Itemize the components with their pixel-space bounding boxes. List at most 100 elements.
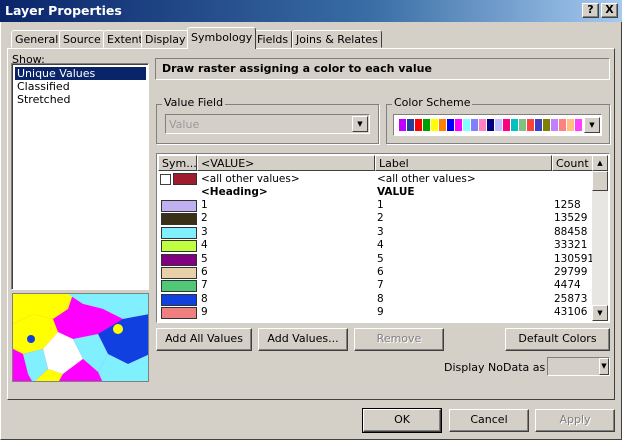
scroll-up-icon[interactable]: ▲ (592, 155, 608, 171)
table-scrollbar[interactable]: ▲ ▼ (592, 155, 608, 321)
row-count: 25873 (554, 292, 588, 305)
heading-value[interactable]: <Heading> (201, 186, 268, 199)
color-scheme-label: Color Scheme (392, 96, 473, 109)
column-header-symbol[interactable]: Sym... (158, 155, 197, 171)
window-title: Layer Properties (5, 3, 122, 18)
symbol-swatch[interactable] (161, 293, 197, 306)
row-value[interactable]: 8 (201, 293, 208, 306)
row-label[interactable]: 3 (377, 226, 384, 239)
row-label[interactable]: 9 (377, 306, 384, 319)
color-ramp-swatch (423, 119, 430, 131)
color-ramp-swatch (503, 119, 510, 131)
apply-button[interactable]: Apply (535, 409, 615, 432)
scroll-thumb[interactable] (592, 171, 608, 191)
symbol-swatch[interactable] (161, 213, 197, 226)
tab-display[interactable]: Display (141, 30, 190, 48)
color-ramp-swatch (447, 119, 454, 131)
column-header-label[interactable]: Label (375, 155, 552, 171)
ok-button[interactable]: OK (362, 408, 442, 433)
color-ramp-swatch (439, 119, 446, 131)
default-colors-button[interactable]: Default Colors (505, 328, 610, 351)
color-scheme-dropdown[interactable]: ▼ (393, 114, 602, 136)
value-field-label: Value Field (162, 96, 226, 109)
cancel-button[interactable]: Cancel (449, 409, 529, 432)
tab-source[interactable]: Source (59, 30, 105, 48)
symbol-swatch[interactable] (161, 226, 197, 239)
chevron-down-icon[interactable]: ▼ (584, 117, 600, 133)
row-count: 88458 (554, 225, 588, 238)
row-value[interactable]: 3 (201, 226, 208, 239)
add-all-values-button[interactable]: Add All Values (156, 328, 252, 351)
row-value[interactable]: 1 (201, 199, 208, 212)
row-value[interactable]: 2 (201, 212, 208, 225)
tab-symbology[interactable]: Symbology (187, 27, 257, 49)
remove-button[interactable]: Remove (354, 328, 444, 351)
scroll-down-icon[interactable]: ▼ (592, 305, 608, 321)
color-ramp-swatch (535, 119, 542, 131)
chevron-down-icon: ▼ (352, 116, 368, 132)
column-header-value[interactable]: <VALUE> (197, 155, 375, 171)
color-ramp-swatch (519, 119, 526, 131)
heading-label[interactable]: VALUE (377, 186, 415, 199)
color-ramp-swatch (575, 119, 582, 131)
tab-joins-relates[interactable]: Joins & Relates (292, 30, 382, 48)
row-count: 33321 (554, 239, 588, 252)
color-ramp-swatch (527, 119, 534, 131)
tab-general[interactable]: General (11, 30, 63, 48)
row-value[interactable]: 6 (201, 266, 208, 279)
renderer-description: Draw raster assigning a color to each va… (155, 58, 610, 80)
all-other-values-symbol[interactable] (173, 173, 197, 185)
symbol-swatch[interactable] (161, 307, 197, 320)
unique-values-table[interactable]: Sym... <VALUE> Label Count <all other va… (156, 153, 610, 323)
color-ramp-swatch (511, 119, 518, 131)
symbol-swatch[interactable] (161, 200, 197, 212)
color-ramp-swatch (567, 119, 574, 131)
column-header-count[interactable]: Count (552, 155, 594, 171)
row-count: 4474 (554, 279, 581, 292)
color-ramp-swatch (463, 119, 470, 131)
row-count: 13529 (554, 212, 588, 225)
row-label[interactable]: 8 (377, 293, 384, 306)
nodata-label: Display NoData as (444, 361, 546, 374)
color-ramp-swatch (559, 119, 566, 131)
show-item-classified[interactable]: Classified (15, 80, 72, 93)
show-item-unique-values[interactable]: Unique Values (15, 67, 146, 80)
symbol-swatch[interactable] (161, 267, 197, 279)
row-value[interactable]: 7 (201, 279, 208, 292)
all-other-values-label[interactable]: <all other values> (377, 173, 476, 186)
color-ramp-swatch (543, 119, 550, 131)
row-value[interactable]: 4 (201, 239, 208, 252)
row-label[interactable]: 7 (377, 279, 384, 292)
row-value[interactable]: 9 (201, 306, 208, 319)
row-count: 29799 (554, 266, 588, 278)
row-label[interactable]: 4 (377, 239, 384, 252)
color-ramp-swatch (455, 119, 462, 131)
symbol-swatch[interactable] (161, 253, 197, 266)
all-other-values-value[interactable]: <all other values> (201, 173, 300, 186)
nodata-color-dropdown[interactable]: ▼ (547, 357, 610, 376)
tab-fields[interactable]: Fields (253, 30, 293, 48)
color-ramp-swatch (495, 119, 502, 131)
color-ramp-swatch (415, 119, 422, 131)
row-count: 130591 (554, 252, 595, 265)
chevron-down-icon[interactable]: ▼ (599, 358, 609, 375)
row-value[interactable]: 5 (201, 253, 208, 266)
symbol-swatch[interactable] (161, 240, 197, 253)
all-other-values-checkbox[interactable] (160, 174, 171, 185)
color-ramp-swatch (431, 119, 438, 131)
symbol-swatch[interactable] (161, 280, 197, 293)
close-button[interactable]: X (601, 3, 618, 18)
show-item-stretched[interactable]: Stretched (15, 93, 72, 106)
add-values-button[interactable]: Add Values... (258, 328, 348, 351)
title-bar[interactable]: Layer Properties ? X (0, 0, 622, 22)
row-label[interactable]: 5 (377, 253, 384, 266)
value-field-value: Value (169, 118, 200, 131)
row-count: 1258 (554, 199, 581, 211)
help-button[interactable]: ? (582, 3, 599, 18)
row-label[interactable]: 6 (377, 266, 384, 279)
color-ramp-swatch (479, 119, 486, 131)
show-list[interactable]: Unique Values Classified Stretched (11, 63, 149, 290)
row-label[interactable]: 1 (377, 199, 384, 212)
color-ramp-swatch (551, 119, 558, 131)
row-label[interactable]: 2 (377, 212, 384, 225)
